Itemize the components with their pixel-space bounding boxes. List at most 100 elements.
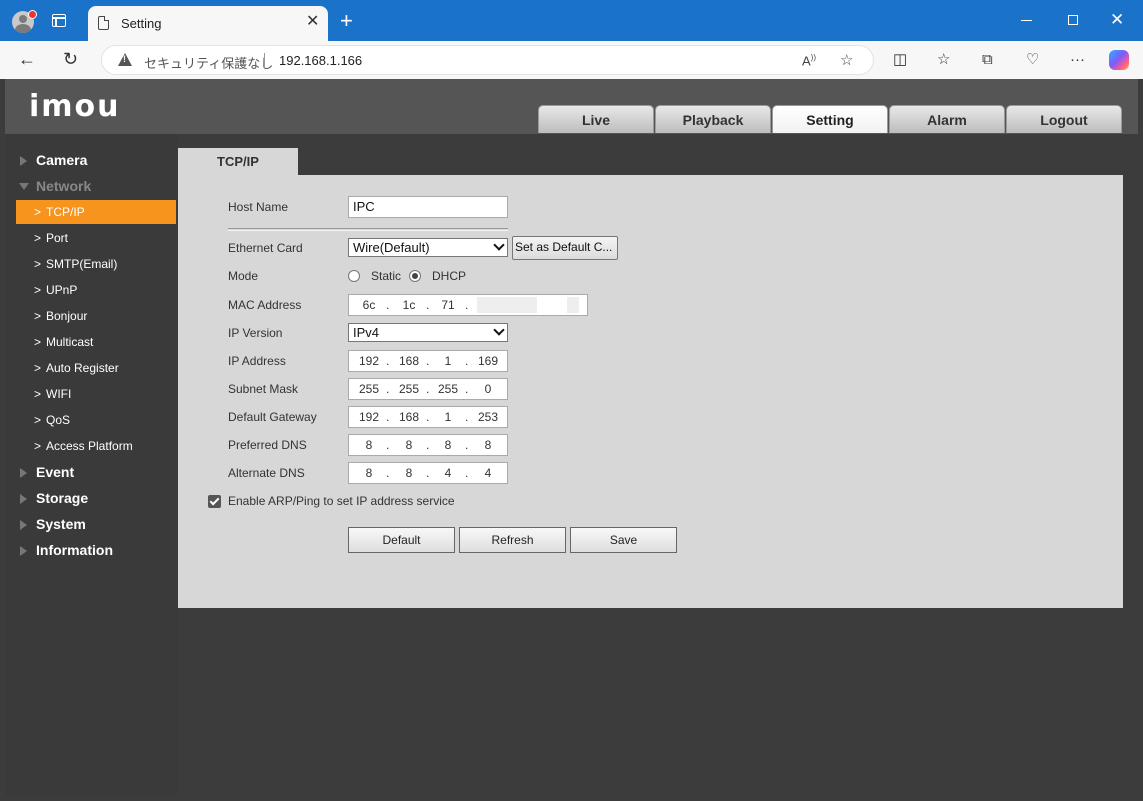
ip-octet[interactable]: 253 — [473, 410, 503, 424]
collections-icon[interactable]: ⧉ — [982, 51, 993, 69]
ip-octet[interactable]: 168 — [394, 410, 424, 424]
browser-tab[interactable]: Setting ✕ — [88, 6, 328, 41]
ethernet-card-label: Ethernet Card — [228, 241, 303, 255]
alternate-dns-field[interactable]: 8. 8. 4. 4 — [348, 462, 508, 484]
host-name-input[interactable]: IPC — [348, 196, 508, 218]
chevron-right-icon: > — [34, 283, 42, 297]
ip-octet[interactable]: 1 — [433, 354, 463, 368]
subnet-mask-field[interactable]: 255. 255. 255. 0 — [348, 378, 508, 400]
sidebar-category-network[interactable]: Network — [5, 174, 178, 198]
ip-version-select[interactable]: IPv4 — [348, 323, 508, 342]
sidebar-category-event[interactable]: Event — [5, 460, 178, 484]
nav-logout[interactable]: Logout — [1006, 105, 1122, 133]
ip-octet[interactable]: 192 — [354, 354, 384, 368]
sidebar-item-auto-register[interactable]: > Auto Register — [16, 356, 176, 380]
ip-address-label: IP Address — [228, 354, 286, 368]
sidebar-item-tcpip[interactable]: > TCP/IP — [16, 200, 176, 224]
ip-octet[interactable]: 8 — [433, 438, 463, 452]
collapsed-arrow-icon — [20, 494, 27, 504]
mode-dhcp-radio[interactable] — [409, 270, 421, 282]
nav-playback[interactable]: Playback — [655, 105, 771, 133]
url-text[interactable]: 192.168.1.166 — [279, 53, 362, 68]
ip-octet[interactable]: 4 — [473, 466, 503, 480]
warning-icon[interactable] — [118, 53, 132, 66]
favorite-star-icon[interactable]: ☆ — [840, 51, 853, 69]
maximize-icon[interactable] — [1068, 15, 1078, 25]
sidebar-item-multicast[interactable]: > Multicast — [16, 330, 176, 354]
ip-octet[interactable]: 0 — [473, 382, 503, 396]
set-as-default-button[interactable]: Set as Default C... — [512, 236, 618, 260]
tab-actions-icon[interactable] — [52, 14, 66, 27]
favorites-icon[interactable]: ☆ — [937, 51, 950, 69]
sidebar-item-upnp[interactable]: > UPnP — [16, 278, 176, 302]
ip-octet[interactable]: 255 — [354, 382, 384, 396]
sidebar-category-information[interactable]: Information — [5, 538, 178, 562]
ip-octet[interactable]: 255 — [394, 382, 424, 396]
sidebar-item-wifi[interactable]: > WIFI — [16, 382, 176, 406]
address-separator — [264, 53, 265, 68]
nav-setting[interactable]: Setting — [772, 105, 888, 133]
sidebar-category-camera[interactable]: Camera — [5, 148, 178, 172]
preferred-dns-field[interactable]: 8. 8. 8. 8 — [348, 434, 508, 456]
close-tab-icon[interactable]: ✕ — [306, 14, 319, 30]
chevron-right-icon: > — [34, 231, 42, 245]
read-aloud-icon[interactable]: A)) — [802, 53, 816, 68]
chevron-right-icon: > — [34, 309, 42, 323]
ip-octet[interactable]: 1 — [433, 410, 463, 424]
arp-ping-checkbox[interactable] — [208, 495, 221, 508]
host-name-label: Host Name — [228, 200, 289, 214]
chevron-right-icon: > — [34, 335, 42, 349]
mode-static-radio[interactable] — [348, 270, 360, 282]
window-close-icon[interactable]: ✕ — [1110, 10, 1124, 30]
address-bar[interactable]: セキュリティ保護なし 192.168.1.166 A)) ☆ — [101, 45, 874, 75]
mac-redacted-block — [567, 297, 579, 313]
divider-highlight — [228, 230, 508, 231]
security-label[interactable]: セキュリティ保護なし — [144, 53, 273, 72]
new-tab-icon[interactable]: + — [340, 10, 353, 32]
mac-redacted-block — [477, 297, 537, 313]
default-button[interactable]: Default — [348, 527, 455, 553]
ip-octet[interactable]: 192 — [354, 410, 384, 424]
tab-tcpip[interactable]: TCP/IP — [178, 148, 298, 175]
mode-static-label: Static — [371, 269, 402, 283]
reload-icon[interactable]: ↻ — [63, 49, 78, 69]
chevron-right-icon: > — [34, 439, 42, 453]
back-icon[interactable]: ← — [18, 49, 36, 69]
sidebar-category-storage[interactable]: Storage — [5, 486, 178, 510]
default-gateway-field[interactable]: 192. 168. 1. 253 — [348, 406, 508, 428]
ip-octet[interactable]: 255 — [433, 382, 463, 396]
ip-address-field[interactable]: 192. 168. 1. 169 — [348, 350, 508, 372]
mode-dhcp-label: DHCP — [432, 269, 467, 283]
refresh-button[interactable]: Refresh — [459, 527, 566, 553]
collapsed-arrow-icon — [20, 156, 27, 166]
save-button[interactable]: Save — [570, 527, 677, 553]
sidebar-item-qos[interactable]: > QoS — [16, 408, 176, 432]
sidebar-item-smtp[interactable]: > SMTP(Email) — [16, 252, 176, 276]
ip-octet[interactable]: 8 — [394, 438, 424, 452]
nav-live[interactable]: Live — [538, 105, 654, 133]
sidebar-item-port[interactable]: > Port — [16, 226, 176, 250]
browser-tab-bar: Setting ✕ + ✕ — [0, 0, 1143, 41]
ip-octet[interactable]: 8 — [473, 438, 503, 452]
ip-octet[interactable]: 4 — [433, 466, 463, 480]
ip-octet[interactable]: 8 — [354, 466, 384, 480]
settings-sidebar: Camera Network > TCP/IP > Port > SMTP(Email… — [5, 134, 178, 796]
ip-version-label: IP Version — [228, 326, 283, 340]
minimize-icon[interactable] — [1021, 20, 1032, 21]
expanded-arrow-icon — [19, 183, 29, 190]
sidebar-category-system[interactable]: System — [5, 512, 178, 536]
ip-octet[interactable]: 168 — [394, 354, 424, 368]
split-screen-icon[interactable]: ◫ — [893, 51, 907, 69]
ip-octet[interactable]: 8 — [354, 438, 384, 452]
ethernet-card-select[interactable]: Wire(Default) — [348, 238, 508, 257]
browser-essentials-icon[interactable]: ♡ — [1026, 51, 1039, 69]
collapsed-arrow-icon — [20, 546, 27, 556]
sidebar-item-access-platform[interactable]: > Access Platform — [16, 434, 176, 458]
dropdown-caret-icon — [493, 324, 505, 336]
ip-octet[interactable]: 169 — [473, 354, 503, 368]
copilot-icon[interactable] — [1109, 50, 1129, 70]
sidebar-item-bonjour[interactable]: > Bonjour — [16, 304, 176, 328]
nav-alarm[interactable]: Alarm — [889, 105, 1005, 133]
ip-octet[interactable]: 8 — [394, 466, 424, 480]
more-menu-icon[interactable]: ··· — [1070, 51, 1085, 69]
